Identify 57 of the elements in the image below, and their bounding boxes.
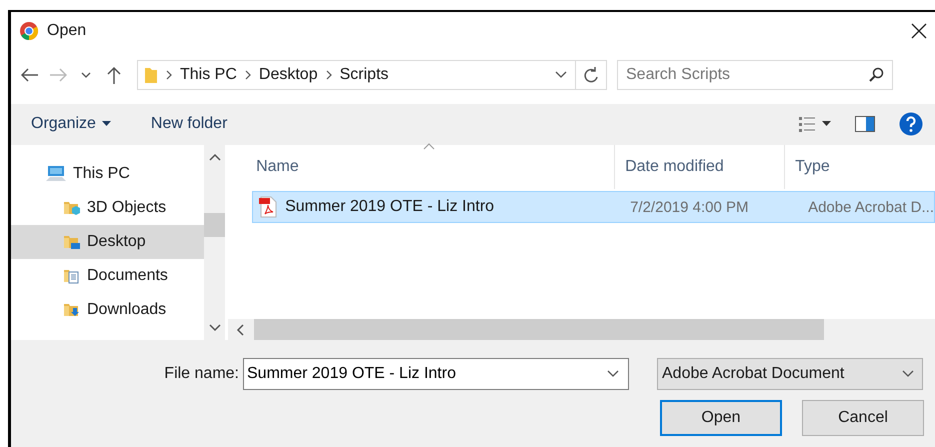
file-type-dropdown[interactable]: Adobe Acrobat Document [657, 358, 923, 390]
computer-icon [45, 165, 67, 183]
chevron-down-icon[interactable] [607, 370, 619, 378]
chevron-right-icon [326, 70, 332, 80]
new-folder-button[interactable]: New folder [150, 114, 228, 132]
chevron-up-icon[interactable] [208, 153, 221, 161]
caret-down-icon [102, 121, 111, 126]
chevron-down-icon[interactable] [902, 370, 914, 378]
file-name-label: File name: [164, 365, 239, 383]
chevron-right-icon [244, 70, 251, 80]
file-type: Adobe Acrobat D... [807, 198, 934, 216]
folder-download-icon [63, 301, 81, 319]
sidebar-item[interactable]: Desktop [11, 225, 204, 259]
sidebar-item[interactable]: Downloads [11, 293, 204, 327]
close-icon[interactable] [911, 23, 927, 39]
file-name: Summer 2019 OTE - Liz Intro [285, 198, 494, 216]
scrollbar-thumb[interactable] [254, 319, 824, 340]
chevron-left-icon[interactable] [236, 324, 244, 336]
column-header[interactable]: Type [785, 145, 935, 189]
help-icon[interactable] [899, 112, 923, 136]
folder-document-icon [63, 267, 81, 285]
breadcrumb-item[interactable]: Scripts [340, 66, 389, 84]
refresh-icon[interactable] [583, 66, 599, 84]
search-icon [868, 67, 884, 83]
folder-cube-icon [63, 199, 81, 217]
chevron-down-icon[interactable] [555, 71, 567, 79]
scrollbar-thumb[interactable] [204, 213, 226, 237]
cancel-button[interactable]: Cancel [802, 400, 924, 436]
list-view-icon[interactable] [798, 114, 816, 132]
sidebar-item[interactable]: 3D Objects [11, 191, 204, 225]
caret-down-icon[interactable] [822, 121, 831, 126]
chevron-right-icon [166, 70, 172, 80]
chevron-down-icon[interactable] [208, 324, 221, 332]
sort-caret-icon [423, 143, 436, 150]
horizontal-scrollbar[interactable] [228, 319, 935, 340]
folder-monitor-icon [63, 233, 81, 251]
window-title: Open [47, 22, 88, 40]
sidebar-item[interactable]: This PC [11, 157, 204, 191]
search-field[interactable]: Search Scripts [617, 60, 893, 90]
breadcrumb-item[interactable]: Desktop [258, 66, 318, 84]
folder-icon [144, 66, 158, 84]
date-modified: 7/2/2019 4:00 PM [629, 198, 750, 216]
sidebar-item[interactable]: Documents [11, 259, 204, 293]
column-header[interactable]: Date modified [615, 145, 786, 189]
up-arrow-icon[interactable] [107, 66, 121, 84]
file-row[interactable]: Summer 2019 OTE - Liz Intro 7/2/2019 4:00 PM Adobe Acrobat D... [252, 191, 935, 223]
pdf-file-icon [259, 196, 278, 218]
browser-logo-icon [19, 21, 39, 41]
column-header[interactable]: Name [228, 145, 616, 189]
preview-pane-icon[interactable] [855, 116, 875, 132]
open-button[interactable]: Open [660, 400, 782, 436]
address-bar[interactable]: This PC Desktop Scripts [137, 60, 607, 90]
back-arrow-icon[interactable] [21, 68, 39, 82]
breadcrumb-item[interactable]: This PC [180, 66, 237, 84]
chevron-down-icon[interactable] [81, 72, 91, 78]
organize-menu[interactable]: Organize [31, 114, 111, 132]
file-name-field[interactable]: Summer 2019 OTE - Liz Intro [243, 358, 629, 390]
